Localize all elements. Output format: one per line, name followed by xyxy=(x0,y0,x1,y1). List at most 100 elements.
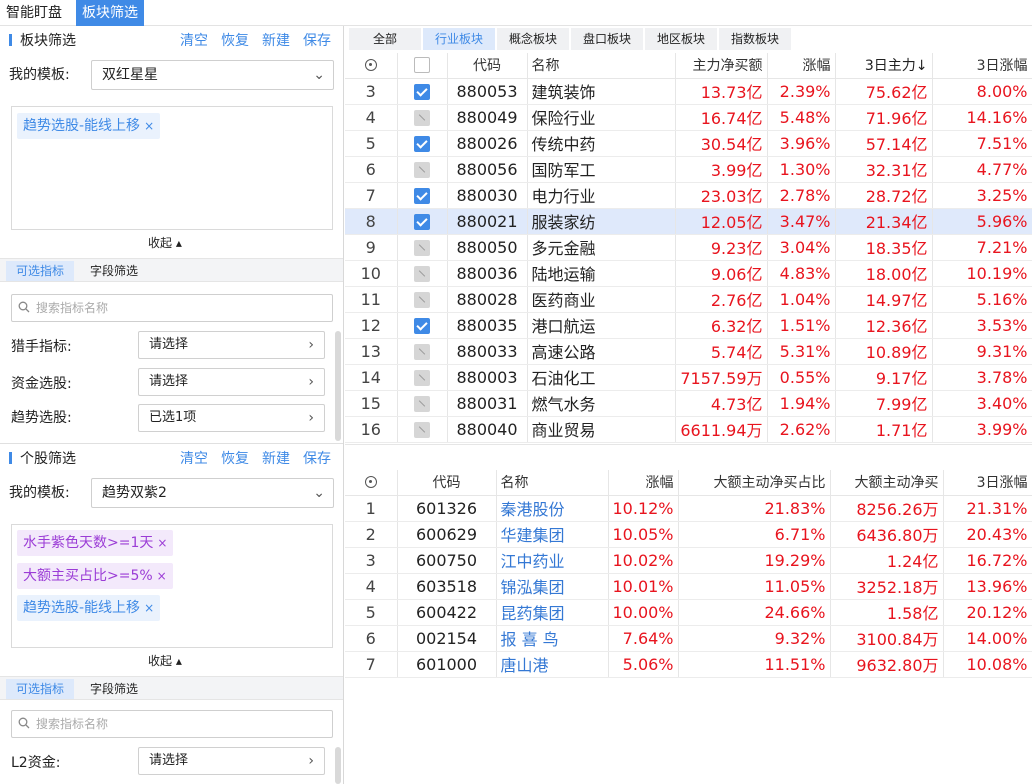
tab-region[interactable]: 地区板块 xyxy=(645,28,718,50)
sector-save-button[interactable]: 保存 xyxy=(303,30,331,50)
table-row[interactable]: 13 880033 高速公路 5.74亿 5.31% 10.89亿 9.31% xyxy=(345,338,1032,365)
sector-name[interactable]: 燃气水务 xyxy=(527,390,676,417)
table-row[interactable]: 4 880049 保险行业 16.74亿 5.48% 71.96亿 14.16% xyxy=(345,104,1032,131)
table-row[interactable]: 5 600422 昆药集团 10.00% 24.66% 1.58亿 20.12% xyxy=(345,599,1032,626)
row-checkbox[interactable] xyxy=(414,136,430,152)
table-row[interactable]: 3 880053 建筑装饰 13.73亿 2.39% 75.62亿 8.00% xyxy=(345,78,1032,105)
sector-name[interactable]: 高速公路 xyxy=(527,338,676,365)
stock-name-link[interactable]: 秦港股份 xyxy=(496,495,609,522)
stock-name-link[interactable]: 江中药业 xyxy=(496,547,609,574)
tab-industry[interactable]: 行业板块 xyxy=(423,28,496,50)
row-checkbox[interactable] xyxy=(414,162,430,178)
row-checkbox[interactable] xyxy=(414,344,430,360)
l2-capital-picker[interactable]: 请选择 › xyxy=(138,747,325,775)
tab-smart-watch[interactable]: 智能盯盘 xyxy=(0,0,68,26)
sector-scrollbar[interactable] xyxy=(335,331,341,441)
sector-name[interactable]: 服装家纺 xyxy=(527,208,676,235)
table-row[interactable]: 7 880030 电力行业 23.03亿 2.78% 28.72亿 3.25% xyxy=(345,182,1032,209)
row-checkbox[interactable] xyxy=(414,84,430,100)
close-icon[interactable]: × xyxy=(157,536,167,550)
row-select-cell[interactable] xyxy=(397,338,448,365)
col-name[interactable]: 名称 xyxy=(496,470,609,496)
select-all-header[interactable] xyxy=(397,53,448,79)
col-large-net-buy[interactable]: 大额主动净买 xyxy=(830,470,944,496)
row-select-cell[interactable] xyxy=(397,156,448,183)
close-icon[interactable]: × xyxy=(157,569,167,583)
sector-name[interactable]: 建筑装饰 xyxy=(527,78,676,105)
tab-optional-indicators[interactable]: 可选指标 xyxy=(6,261,75,281)
col-name[interactable]: 名称 xyxy=(527,53,676,79)
stock-name-link[interactable]: 锦泓集团 xyxy=(496,573,609,600)
table-row[interactable]: 14 880003 石油化工 7157.59万 0.55% 9.17亿 3.78% xyxy=(345,364,1032,391)
table-row[interactable]: 6 002154 报 喜 鸟 7.64% 9.32% 3100.84万 14.00% xyxy=(345,625,1032,652)
row-select-cell[interactable] xyxy=(397,130,448,157)
col-code[interactable]: 代码 xyxy=(397,470,497,496)
settings-header[interactable] xyxy=(345,53,398,79)
settings-header[interactable] xyxy=(345,470,398,496)
table-row[interactable]: 5 880026 传统中药 30.54亿 3.96% 57.14亿 7.51% xyxy=(345,130,1032,157)
row-select-cell[interactable] xyxy=(397,260,448,287)
stock-search-input[interactable]: 搜索指标名称 xyxy=(11,710,333,738)
tab-field-filter[interactable]: 字段筛选 xyxy=(80,679,148,699)
row-select-cell[interactable] xyxy=(397,78,448,105)
sector-name[interactable]: 电力行业 xyxy=(527,182,676,209)
stock-name-link[interactable]: 华建集团 xyxy=(496,521,609,548)
row-checkbox[interactable] xyxy=(414,292,430,308)
table-row[interactable]: 3 600750 江中药业 10.02% 19.29% 1.24亿 16.72% xyxy=(345,547,1032,574)
col-3day-change[interactable]: 3日涨幅 xyxy=(932,53,1032,79)
sector-name[interactable]: 石油化工 xyxy=(527,364,676,391)
table-row[interactable]: 1 601326 秦港股份 10.12% 21.83% 8256.26万 21.31% xyxy=(345,495,1032,522)
table-row[interactable]: 12 880035 港口航运 6.32亿 1.51% 12.36亿 3.53% xyxy=(345,312,1032,339)
col-large-net-ratio[interactable]: 大额主动净买占比 xyxy=(678,470,831,496)
sector-template-select[interactable]: 双红星星 ⌄ xyxy=(91,60,334,90)
tab-concept[interactable]: 概念板块 xyxy=(497,28,570,50)
row-checkbox[interactable] xyxy=(414,188,430,204)
row-select-cell[interactable] xyxy=(397,416,448,443)
table-row[interactable]: 7 601000 唐山港 5.06% 11.51% 9632.80万 10.08% xyxy=(345,651,1032,678)
row-select-cell[interactable] xyxy=(397,208,448,235)
row-select-cell[interactable] xyxy=(397,234,448,261)
select-all-checkbox[interactable] xyxy=(414,57,430,74)
row-checkbox[interactable] xyxy=(414,396,430,412)
tab-sector-filter[interactable]: 板块筛选 xyxy=(76,0,144,26)
filter-tag[interactable]: 水手紫色天数>=1天 × xyxy=(17,530,174,556)
close-icon[interactable]: × xyxy=(144,119,154,133)
sector-search-input[interactable]: 搜索指标名称 xyxy=(11,294,333,322)
row-checkbox[interactable] xyxy=(414,266,430,282)
sector-clear-button[interactable]: 清空 xyxy=(180,30,208,50)
tab-optional-indicators[interactable]: 可选指标 xyxy=(6,679,75,699)
tab-index[interactable]: 指数板块 xyxy=(719,28,792,50)
row-checkbox[interactable] xyxy=(414,370,430,386)
hunter-indicator-picker[interactable]: 请选择 › xyxy=(138,331,325,359)
table-row[interactable]: 2 600629 华建集团 10.05% 6.71% 6436.80万 20.43% xyxy=(345,521,1032,548)
table-row[interactable]: 9 880050 多元金融 9.23亿 3.04% 18.35亿 7.21% xyxy=(345,234,1032,261)
col-change[interactable]: 涨幅 xyxy=(608,470,679,496)
row-select-cell[interactable] xyxy=(397,364,448,391)
table-row[interactable]: 10 880036 陆地运输 9.06亿 4.83% 18.00亿 10.19% xyxy=(345,260,1032,287)
stock-name-link[interactable]: 昆药集团 xyxy=(496,599,609,626)
row-checkbox[interactable] xyxy=(414,240,430,256)
col-net-buy[interactable]: 主力净买额 xyxy=(675,53,768,79)
stock-restore-button[interactable]: 恢复 xyxy=(221,448,249,468)
table-row[interactable]: 4 603518 锦泓集团 10.01% 11.05% 3252.18万 13.96% xyxy=(345,573,1032,600)
sector-restore-button[interactable]: 恢复 xyxy=(221,30,249,50)
table-row[interactable]: 6 880056 国防军工 3.99亿 1.30% 32.31亿 4.77% xyxy=(345,156,1032,183)
col-3day-main[interactable]: 3日主力↓ xyxy=(835,53,933,79)
row-select-cell[interactable] xyxy=(397,312,448,339)
sector-name[interactable]: 保险行业 xyxy=(527,104,676,131)
stock-new-button[interactable]: 新建 xyxy=(262,448,290,468)
row-select-cell[interactable] xyxy=(397,286,448,313)
capital-picker[interactable]: 请选择 › xyxy=(138,368,325,396)
col-3day-change[interactable]: 3日涨幅 xyxy=(943,470,1032,496)
stock-clear-button[interactable]: 清空 xyxy=(180,448,208,468)
row-select-cell[interactable] xyxy=(397,390,448,417)
tab-market[interactable]: 盘口板块 xyxy=(571,28,644,50)
filter-tag[interactable]: 大额主买占比>=5% × xyxy=(17,563,173,589)
sector-name[interactable]: 医药商业 xyxy=(527,286,676,313)
table-row[interactable]: 15 880031 燃气水务 4.73亿 1.94% 7.99亿 3.40% xyxy=(345,390,1032,417)
sector-name[interactable]: 陆地运输 xyxy=(527,260,676,287)
close-icon[interactable]: × xyxy=(144,601,154,615)
stock-name-link[interactable]: 唐山港 xyxy=(496,651,609,678)
stock-save-button[interactable]: 保存 xyxy=(303,448,331,468)
table-row[interactable]: 16 880040 商业贸易 6611.94万 2.62% 1.71亿 3.99% xyxy=(345,416,1032,443)
